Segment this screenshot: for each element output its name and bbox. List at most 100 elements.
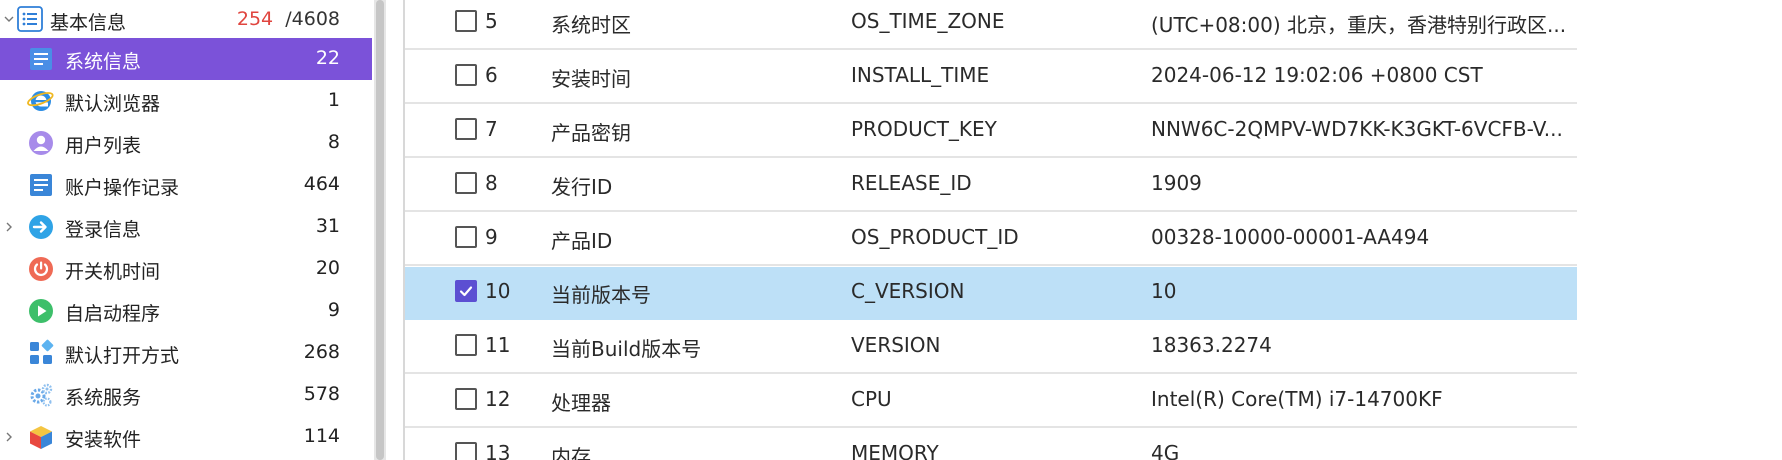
row-value: 18363.2274	[1151, 333, 1272, 357]
row-value: 10	[1151, 279, 1177, 303]
table-row-selected[interactable]: 10 当前版本号 C_VERSION 10	[405, 267, 1577, 320]
row-value: Intel(R) Core(TM) i7-14700KF	[1151, 387, 1443, 411]
browser-icon	[27, 87, 55, 115]
package-cube-icon	[27, 423, 55, 451]
table-row[interactable]: 11 当前Build版本号 VERSION 18363.2274	[405, 321, 1577, 374]
tree-scrollbar-thumb[interactable]	[376, 0, 384, 460]
row-number: 13	[485, 441, 511, 460]
row-key: OS_TIME_ZONE	[851, 9, 1005, 33]
tree-root-basic-info[interactable]: 基本信息 254 /4608	[0, 0, 372, 42]
tree-item-label: 账户操作记录	[65, 177, 180, 199]
row-name: 系统时区	[551, 13, 631, 37]
tree-root-count: 254 /4608	[237, 8, 340, 30]
table-row[interactable]: 6 安装时间 INSTALL_TIME 2024-06-12 19:02:06 …	[405, 51, 1577, 104]
user-icon	[27, 129, 55, 157]
row-number: 6	[485, 63, 498, 87]
tree-item-label: 登录信息	[65, 219, 142, 241]
row-checkbox-checked[interactable]	[455, 280, 477, 302]
tree-item-user-list[interactable]: 用户列表 8	[0, 122, 372, 164]
tree-item-default-open-with[interactable]: 默认打开方式 268	[0, 332, 372, 374]
tree-item-count: 578	[303, 383, 340, 405]
tree-item-count: 114	[303, 425, 340, 447]
tree-item-count: 31	[315, 215, 340, 237]
row-number: 9	[485, 225, 498, 249]
category-tree: 基本信息 254 /4608 系统信息 22 默认浏览器 1 用户列表 8 账户…	[0, 0, 372, 460]
tree-item-label: 默认打开方式	[65, 345, 180, 367]
tree-item-label: 用户列表	[65, 135, 142, 157]
row-value: NNW6C-2QMPV-WD7KK-K3GKT-6VCFB-V...	[1151, 117, 1563, 141]
apps-grid-icon	[27, 339, 55, 367]
tree-item-count: 8	[327, 131, 340, 153]
tree-item-system-info[interactable]: 系统信息 22	[0, 38, 372, 80]
row-number: 12	[485, 387, 511, 411]
system-info-table: 5 系统时区 OS_TIME_ZONE (UTC+08:00) 北京，重庆，香港…	[405, 0, 1577, 460]
row-value: 00328-10000-00001-AA494	[1151, 225, 1430, 249]
power-icon	[27, 255, 55, 283]
tree-item-installed-software[interactable]: 安装软件 114	[0, 416, 372, 458]
row-number: 5	[485, 9, 498, 33]
row-key: MEMORY	[851, 441, 939, 460]
tree-item-count: 22	[315, 47, 340, 69]
login-icon	[27, 213, 55, 241]
row-number: 7	[485, 117, 498, 141]
row-value: 4G	[1151, 441, 1180, 460]
table-row[interactable]: 7 产品密钥 PRODUCT_KEY NNW6C-2QMPV-WD7KK-K3G…	[405, 105, 1577, 158]
row-name: 内存	[551, 445, 591, 460]
tree-item-label: 开关机时间	[65, 261, 161, 283]
chevron-right-icon[interactable]	[2, 220, 16, 234]
table-row[interactable]: 9 产品ID OS_PRODUCT_ID 00328-10000-00001-A…	[405, 213, 1577, 266]
row-checkbox[interactable]	[455, 10, 477, 32]
row-checkbox[interactable]	[455, 388, 477, 410]
row-checkbox[interactable]	[455, 64, 477, 86]
play-icon	[27, 297, 55, 325]
row-value: (UTC+08:00) 北京，重庆，香港特别行政区...	[1151, 13, 1567, 37]
row-key: VERSION	[851, 333, 941, 357]
tree-item-login-info[interactable]: 登录信息 31	[0, 206, 372, 248]
row-checkbox[interactable]	[455, 442, 477, 460]
row-key: PRODUCT_KEY	[851, 117, 997, 141]
tree-item-startup-programs[interactable]: 自启动程序 9	[0, 290, 372, 332]
chevron-down-icon[interactable]	[2, 12, 16, 26]
tree-item-account-log[interactable]: 账户操作记录 464	[0, 164, 372, 206]
tree-item-count: 1	[327, 89, 340, 111]
row-key: OS_PRODUCT_ID	[851, 225, 1019, 249]
row-name: 发行ID	[551, 175, 613, 199]
row-name: 当前Build版本号	[551, 337, 702, 361]
tree-item-count: 268	[303, 341, 340, 363]
row-key: CPU	[851, 387, 892, 411]
tree-item-count: 20	[315, 257, 340, 279]
row-number: 10	[485, 279, 511, 303]
tree-item-count: 464	[303, 173, 340, 195]
row-number: 11	[485, 333, 511, 357]
row-name: 处理器	[551, 391, 611, 415]
tree-item-label: 系统服务	[65, 387, 142, 409]
tree-root-label: 基本信息	[50, 12, 127, 34]
row-checkbox[interactable]	[455, 226, 477, 248]
table-row[interactable]: 5 系统时区 OS_TIME_ZONE (UTC+08:00) 北京，重庆，香港…	[405, 0, 1577, 50]
table-row[interactable]: 13 内存 MEMORY 4G	[405, 429, 1577, 460]
tree-item-label: 系统信息	[65, 51, 142, 73]
tree-item-label: 安装软件	[65, 429, 142, 451]
row-key: C_VERSION	[851, 279, 965, 303]
tree-item-power-time[interactable]: 开关机时间 20	[0, 248, 372, 290]
row-number: 8	[485, 171, 498, 195]
row-checkbox[interactable]	[455, 172, 477, 194]
row-key: RELEASE_ID	[851, 171, 972, 195]
tree-item-count: 9	[327, 299, 340, 321]
tree-item-default-browser[interactable]: 默认浏览器 1	[0, 80, 372, 122]
table-row[interactable]: 12 处理器 CPU Intel(R) Core(TM) i7-14700KF	[405, 375, 1577, 428]
checkmark-icon	[459, 286, 473, 297]
row-name: 当前版本号	[551, 283, 651, 307]
tree-scrollbar[interactable]	[374, 0, 386, 460]
table-row[interactable]: 8 发行ID RELEASE_ID 1909	[405, 159, 1577, 212]
row-name: 安装时间	[551, 67, 631, 91]
tree-item-label: 自启动程序	[65, 303, 161, 325]
row-checkbox[interactable]	[455, 334, 477, 356]
chevron-right-icon[interactable]	[2, 430, 16, 444]
tree-item-system-services[interactable]: 系统服务 578	[0, 374, 372, 416]
row-name: 产品ID	[551, 229, 613, 253]
list-icon	[16, 5, 44, 33]
row-name: 产品密钥	[551, 121, 631, 145]
row-checkbox[interactable]	[455, 118, 477, 140]
row-key: INSTALL_TIME	[851, 63, 990, 87]
